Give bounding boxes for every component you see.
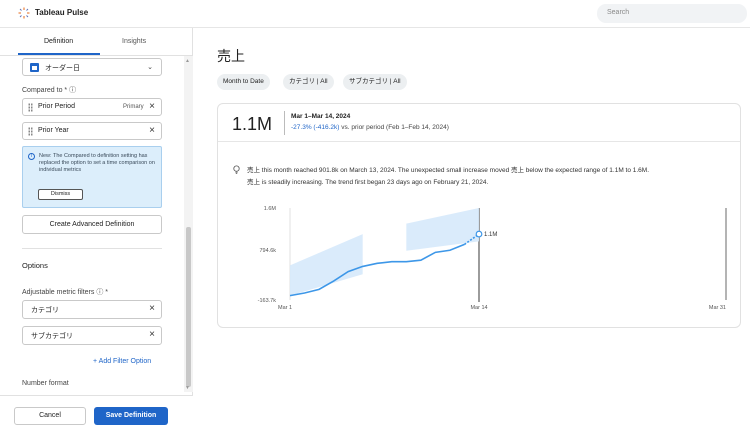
- search-placeholder: Search: [607, 9, 630, 16]
- expected-range-band-0: [290, 234, 363, 296]
- info-icon[interactable]: ⓘ: [96, 289, 103, 296]
- comparison-label: Prior Period: [38, 103, 75, 110]
- chip-time-range[interactable]: Month to Date: [217, 74, 270, 90]
- options-title: Options: [22, 261, 48, 270]
- y-tick-label: 794.6k: [259, 248, 276, 254]
- metric-title: 売上: [217, 48, 245, 64]
- delta-value: -27.3% (-416.2k): [291, 124, 340, 131]
- comparison-label: Prior Year: [38, 127, 69, 134]
- save-definition-button[interactable]: Save Definition: [94, 407, 168, 425]
- remove-icon[interactable]: ×: [149, 329, 155, 340]
- metric-preview: 売上 Month to Date カテゴリ | All サブカテゴリ | All…: [193, 28, 750, 433]
- chip-category-filter[interactable]: カテゴリ | All: [283, 74, 334, 90]
- filter-category[interactable]: カテゴリ ×: [22, 300, 162, 319]
- cancel-button[interactable]: Cancel: [14, 407, 86, 425]
- primary-tag: Primary: [123, 104, 144, 110]
- section-divider: [22, 248, 162, 249]
- info-message: New: The Compared to definition setting …: [39, 153, 155, 173]
- date-field-select[interactable]: オーダー日 ⌄: [22, 58, 162, 76]
- filter-label: サブカテゴリ: [31, 333, 73, 340]
- drag-handle-icon[interactable]: [28, 103, 33, 112]
- x-tick-label: Mar 31: [709, 305, 726, 311]
- x-tick-label: Mar 14: [470, 305, 487, 311]
- dismiss-button[interactable]: Dismiss: [38, 189, 83, 200]
- filter-subcategory[interactable]: サブカテゴリ ×: [22, 326, 162, 345]
- calendar-icon: [30, 63, 39, 72]
- y-tick-label: -163.7k: [258, 298, 277, 304]
- insight-line-1: 売上 this month reached 901.8k on March 13…: [247, 167, 650, 174]
- date-field-value: オーダー日: [45, 65, 80, 72]
- compared-to-label: Compared to * ⓘ: [22, 87, 77, 94]
- remove-icon[interactable]: ×: [149, 303, 155, 314]
- tableau-logo-icon: [18, 7, 30, 19]
- scroll-down-arrow-icon[interactable]: ▼: [185, 385, 190, 391]
- metric-card-header: 1.1M Mar 1–Mar 14, 2024 -27.3% (-416.2k)…: [218, 104, 740, 142]
- metric-value: 1.1M: [232, 114, 273, 134]
- top-bar: Tableau Pulse Search: [0, 0, 750, 28]
- tab-definition[interactable]: Definition: [44, 38, 73, 45]
- period-label: Mar 1–Mar 14, 2024: [291, 113, 351, 120]
- sidebar-tabs: Definition Insights: [0, 28, 193, 56]
- scrollbar-thumb[interactable]: [186, 227, 191, 387]
- definition-sidebar: Definition Insights ▲ ▼ オーダー日 ⌄ Compared…: [0, 28, 193, 433]
- trend-chart: 1.1M 1.6M 794.6k -163.7kMar 1 Mar 14 Mar 31: [258, 206, 727, 311]
- remove-icon[interactable]: ×: [149, 101, 155, 112]
- current-value-point: [475, 230, 483, 238]
- scroll-up-arrow-icon[interactable]: ▲: [185, 58, 190, 64]
- sidebar-footer: Cancel Save Definition: [0, 395, 193, 433]
- insight-bulb-icon: [233, 165, 240, 174]
- insight-text: 売上 this month reached 901.8k on March 13…: [247, 165, 737, 189]
- filter-label: カテゴリ: [31, 307, 59, 314]
- active-tab-indicator: [18, 53, 100, 55]
- current-value-label: 1.1M: [484, 232, 497, 238]
- chevron-down-icon: ⌄: [147, 64, 153, 71]
- comparison-prior-period[interactable]: Prior Period Primary ×: [22, 98, 162, 116]
- delta-comparison: vs. prior period (Feb 1–Feb 14, 2024): [339, 124, 449, 131]
- info-icon[interactable]: ⓘ: [69, 87, 76, 94]
- header-divider: [284, 111, 285, 135]
- chip-subcategory-filter[interactable]: サブカテゴリ | All: [343, 74, 407, 90]
- comparison-prior-year[interactable]: Prior Year ×: [22, 122, 162, 140]
- expected-range-band-1: [406, 208, 479, 251]
- tab-insights[interactable]: Insights: [122, 38, 146, 45]
- number-format-label: Number format: [22, 380, 69, 387]
- app-title: Tableau Pulse: [35, 8, 89, 17]
- x-tick-label: Mar 1: [278, 305, 292, 311]
- info-notice: i New: The Compared to definition settin…: [22, 146, 162, 208]
- add-filter-option-link[interactable]: + Add Filter Option: [93, 358, 151, 365]
- insight-line-2: 売上 is steadily increasing. The trend fir…: [247, 179, 489, 186]
- metric-card: 1.1M Mar 1–Mar 14, 2024 -27.3% (-416.2k)…: [217, 103, 741, 328]
- filters-label: Adjustable metric filters ⓘ *: [22, 289, 108, 296]
- comparison-text: -27.3% (-416.2k) vs. prior period (Feb 1…: [291, 124, 449, 131]
- create-advanced-definition-button[interactable]: Create Advanced Definition: [22, 215, 162, 234]
- drag-handle-icon[interactable]: [28, 127, 33, 136]
- remove-icon[interactable]: ×: [149, 125, 155, 136]
- y-tick-label: 1.6M: [264, 206, 277, 212]
- info-circle-icon: i: [28, 153, 35, 160]
- search-input[interactable]: Search: [597, 4, 747, 23]
